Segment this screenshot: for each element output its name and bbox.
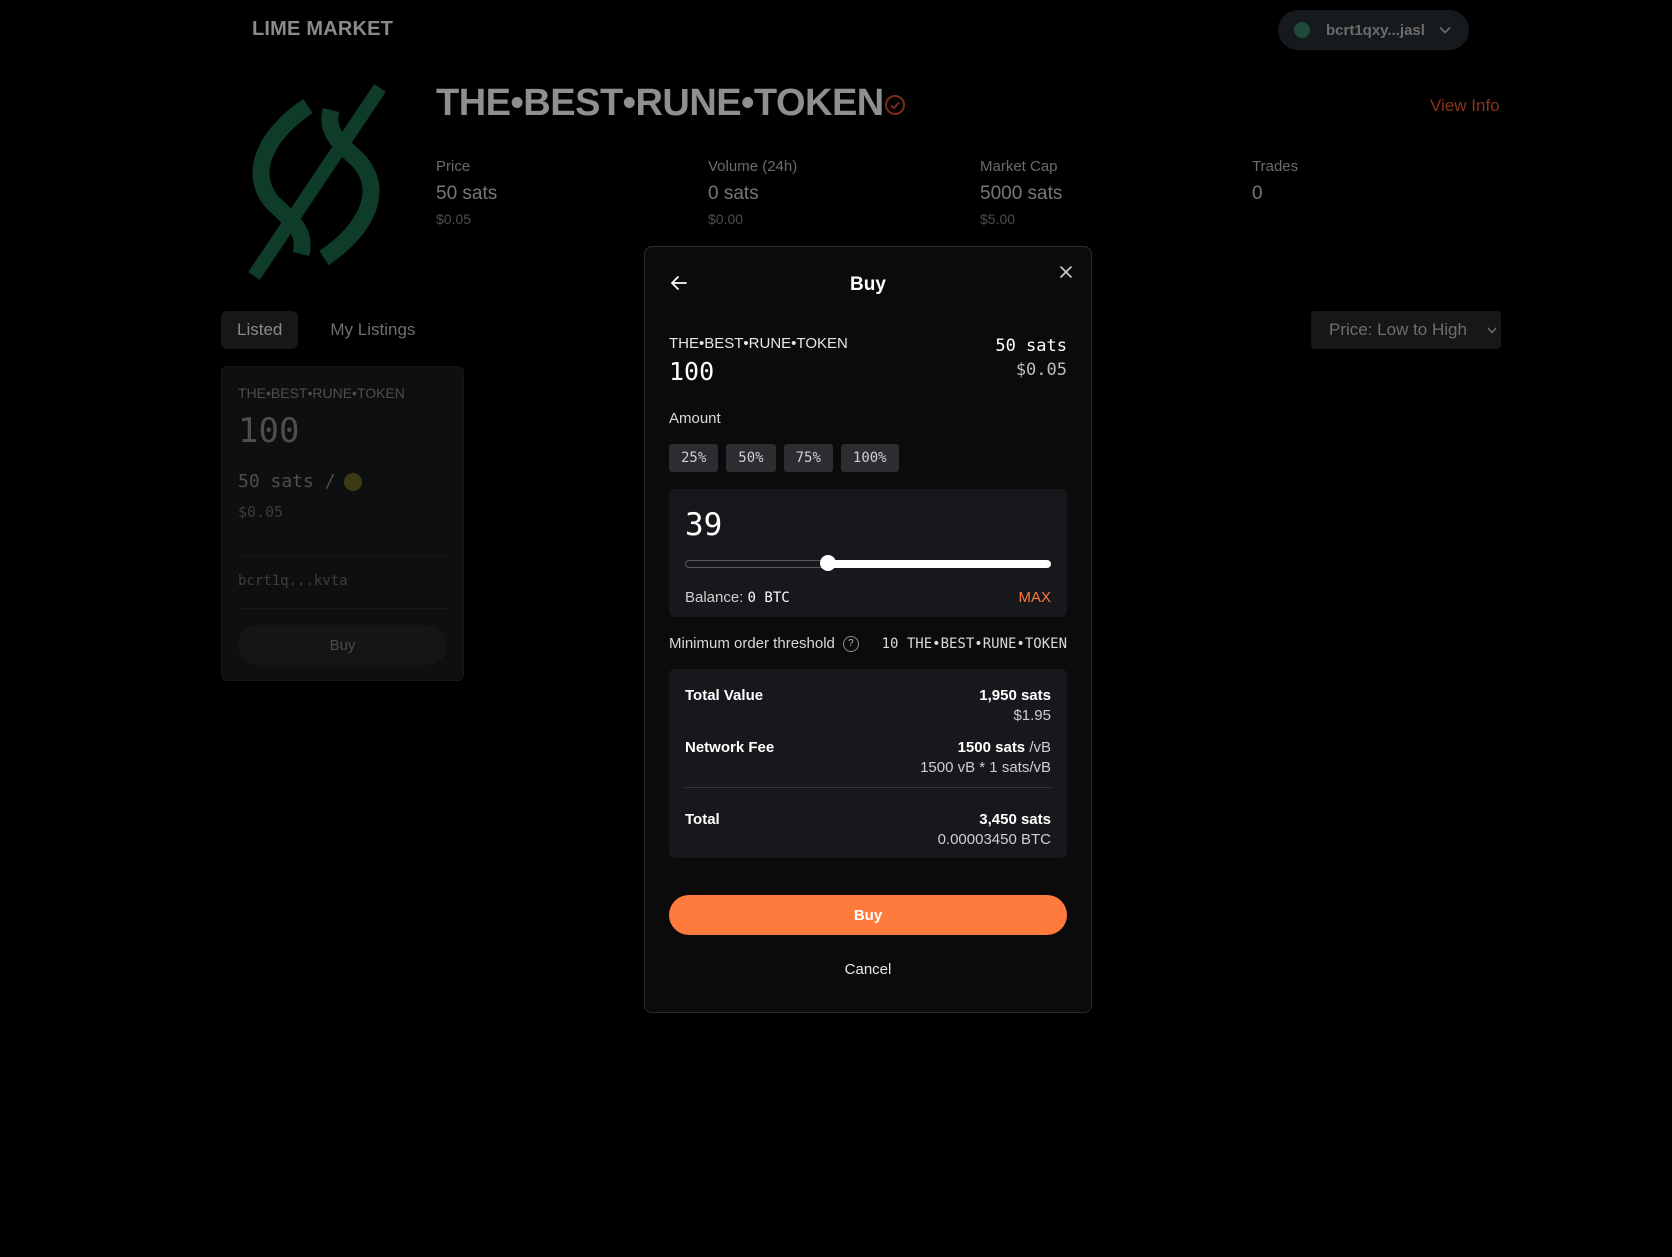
amount-slider[interactable] xyxy=(685,555,1051,571)
stat-usd: $0.00 xyxy=(708,211,744,227)
slider-thumb[interactable] xyxy=(819,555,836,571)
app-logo[interactable]: LIME MARKET xyxy=(252,18,393,41)
wallet-button[interactable]: bcrt1qxy...jasl xyxy=(1278,10,1469,50)
percent-buttons: 25% 50% 75% 100% xyxy=(669,444,899,472)
tab-my-listings[interactable]: My Listings xyxy=(314,311,431,349)
close-icon[interactable] xyxy=(1057,263,1075,281)
summary-label: Total Value xyxy=(685,687,764,704)
stat-label: Market Cap xyxy=(980,158,1058,175)
stat-usd: $0.05 xyxy=(436,211,472,227)
order-summary: Total Value 1,950 sats $1.95 Network Fee… xyxy=(669,669,1067,858)
chevron-down-icon xyxy=(1487,323,1497,337)
percent-75-button[interactable]: 75% xyxy=(783,444,833,472)
help-icon[interactable]: ? xyxy=(842,635,859,652)
lime-coin-icon xyxy=(343,472,362,491)
balance-label: Balance: xyxy=(685,589,744,606)
buy-modal: Buy THE•BEST•RUNE•TOKEN 100 50 sats $0.0… xyxy=(644,246,1092,1013)
divider xyxy=(685,787,1051,788)
listing-card: THE•BEST•RUNE•TOKEN 100 50 sats / $0.05 … xyxy=(221,366,464,681)
listing-rune-name: THE•BEST•RUNE•TOKEN xyxy=(238,385,405,401)
rune-price: 50 sats xyxy=(995,336,1067,356)
cancel-button[interactable]: Cancel xyxy=(645,961,1091,978)
stat-value: 50 sats xyxy=(436,183,498,204)
amount-input-panel: 39 Balance: 0 BTC MAX xyxy=(669,489,1067,617)
stat-usd: $5.00 xyxy=(980,211,1016,227)
stat-label: Trades xyxy=(1252,158,1299,175)
rune-logo-icon xyxy=(248,84,386,280)
threshold-label: Minimum order threshold ? xyxy=(669,635,859,652)
network-fee-unit: /vB xyxy=(1025,739,1051,756)
balance-value: 0 BTC xyxy=(747,590,790,606)
listing-tabs: Listed My Listings xyxy=(221,311,447,349)
sort-selected-value: Price: Low to High xyxy=(1329,320,1467,339)
rune-price-usd: $0.05 xyxy=(1015,360,1067,380)
max-button[interactable]: MAX xyxy=(1018,589,1051,606)
percent-25-button[interactable]: 25% xyxy=(669,444,719,472)
summary-main: 1500 sats /vB xyxy=(958,739,1051,756)
sort-select[interactable]: Price: Low to High xyxy=(1311,311,1501,349)
divider xyxy=(238,608,447,609)
stat-value: 0 xyxy=(1252,183,1263,204)
summary-label: Total xyxy=(685,811,720,828)
stat-value: 0 sats xyxy=(708,183,759,204)
view-info-link[interactable]: View Info xyxy=(1430,96,1500,116)
rune-amount: 100 xyxy=(669,357,715,386)
summary-sub: $1.95 xyxy=(1013,707,1051,724)
summary-main: 3,450 sats xyxy=(979,811,1051,828)
listing-usd: $0.05 xyxy=(238,503,284,521)
wallet-avatar xyxy=(1294,22,1310,38)
top-bar: LIME MARKET bcrt1qxy...jasl xyxy=(0,0,1672,62)
stat-trades: Trades 0 xyxy=(1252,158,1298,205)
percent-50-button[interactable]: 50% xyxy=(726,444,776,472)
amount-input[interactable]: 39 xyxy=(685,507,722,543)
listing-price-text: 50 sats / xyxy=(238,471,336,492)
slider-track-empty xyxy=(685,560,828,568)
balance: Balance: 0 BTC xyxy=(685,589,790,606)
percent-100-button[interactable]: 100% xyxy=(840,444,899,472)
listing-seller: bcrt1q...kvta xyxy=(238,573,348,589)
stat-value: 5000 sats xyxy=(980,183,1063,204)
threshold-value: 10 THE•BEST•RUNE•TOKEN xyxy=(881,636,1067,652)
listing-amount: 100 xyxy=(238,411,300,451)
stat-label: Volume (24h) xyxy=(708,158,798,175)
threshold-label-text: Minimum order threshold xyxy=(669,635,835,652)
token-title: THE•BEST•RUNE•TOKEN xyxy=(436,82,884,124)
wallet-address: bcrt1qxy...jasl xyxy=(1326,21,1425,39)
verified-check-icon xyxy=(885,95,905,115)
divider xyxy=(238,555,447,556)
summary-sub: 0.00003450 BTC xyxy=(937,831,1051,848)
listing-buy-button[interactable]: Buy xyxy=(238,625,447,665)
listing-price: 50 sats / xyxy=(238,471,362,492)
modal-title: Buy xyxy=(850,274,886,295)
amount-label: Amount xyxy=(669,410,721,427)
stat-label: Price xyxy=(436,158,471,175)
stat-price: Price 50 sats $0.05 xyxy=(436,158,497,227)
summary-main: 1,950 sats xyxy=(979,687,1051,704)
stat-market-cap: Market Cap 5000 sats $5.00 xyxy=(980,158,1062,227)
summary-sub: 1500 vB * 1 sats/vB xyxy=(920,759,1051,776)
chevron-down-icon xyxy=(1439,23,1451,37)
slider-track-fill xyxy=(827,560,1051,568)
buy-button[interactable]: Buy xyxy=(669,895,1067,935)
tab-listed[interactable]: Listed xyxy=(221,311,299,349)
stat-volume: Volume (24h) 0 sats $0.00 xyxy=(708,158,797,227)
network-fee-amount: 1500 sats xyxy=(957,739,1026,756)
summary-label: Network Fee xyxy=(685,739,775,756)
rune-name: THE•BEST•RUNE•TOKEN xyxy=(669,335,848,352)
